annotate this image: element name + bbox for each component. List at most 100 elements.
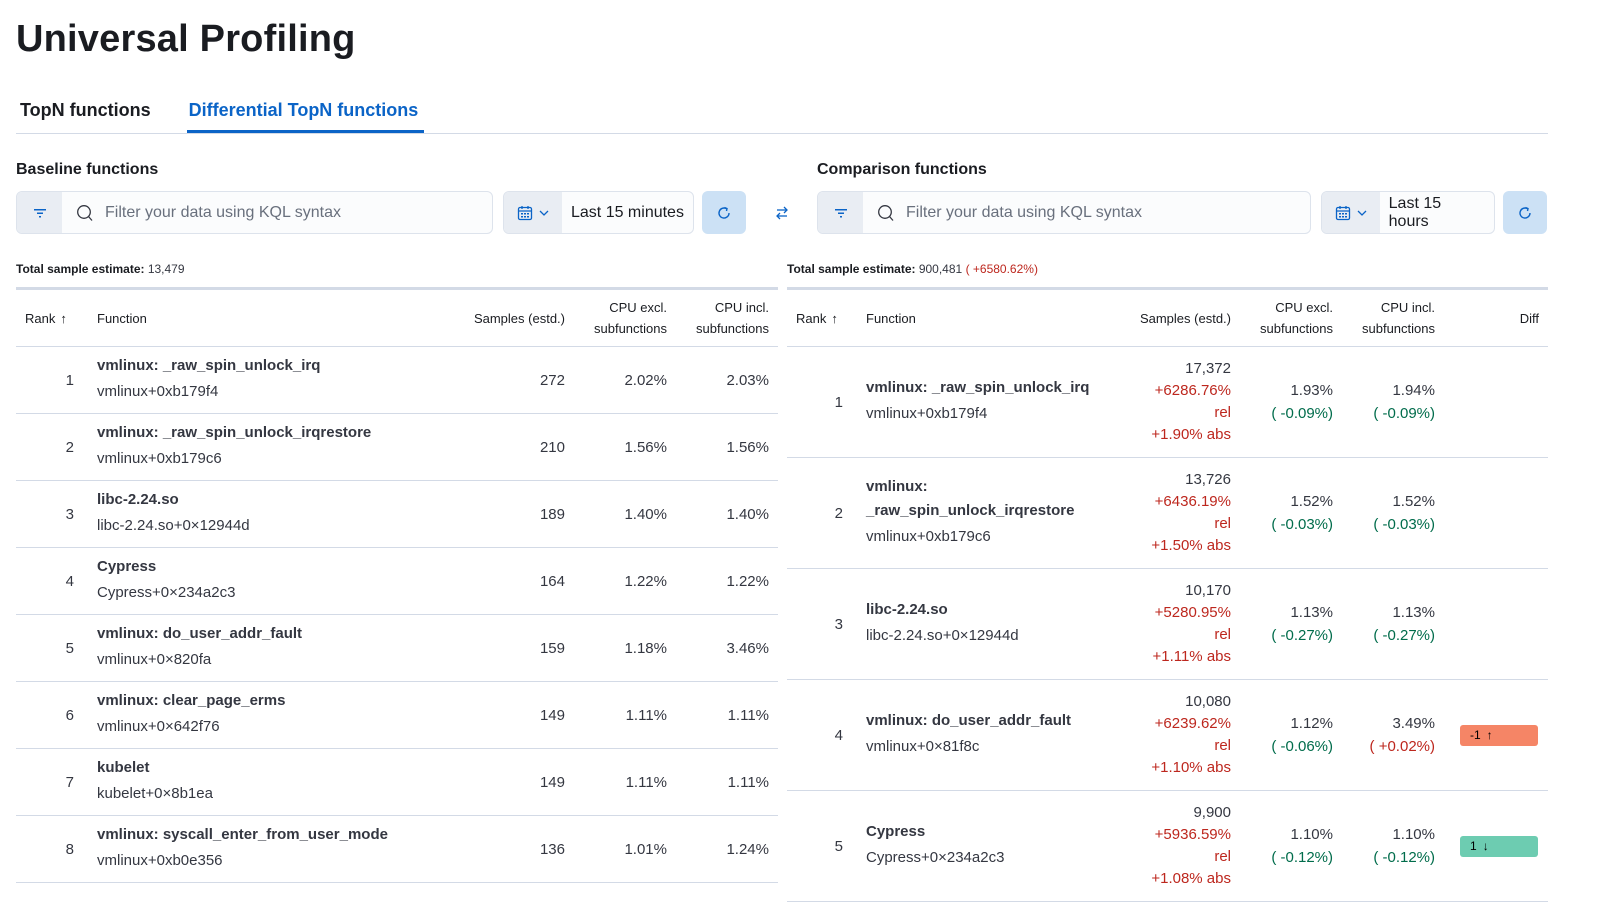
samples-abs-change: +1.50% abs	[1151, 537, 1231, 554]
baseline-filter-button[interactable]	[17, 192, 62, 233]
table-row[interactable]: 1 vmlinux: _raw_spin_unlock_irq vmlinux+0x…	[787, 346, 1548, 458]
function-name[interactable]: vmlinux: clear_page_erms	[97, 689, 417, 713]
diff-cell	[1444, 568, 1548, 680]
table-row[interactable]: 4 vmlinux: do_user_addr_fault vmlinux+0×81…	[787, 679, 1548, 791]
samples-cell: 136	[426, 815, 574, 883]
column-cpu-incl[interactable]: CPU incl. subfunctions	[1342, 288, 1444, 347]
samples-rel-change: +6239.62%	[1154, 715, 1231, 732]
diff-badge: -1 ↑	[1460, 724, 1538, 746]
function-cell: Cypress Cypress+0×234a2c3	[88, 547, 426, 615]
column-function[interactable]: Function	[88, 288, 426, 347]
column-cpu-incl-line1: CPU incl.	[1380, 300, 1435, 315]
baseline-quick-select-button[interactable]	[504, 192, 562, 233]
table-header-row: Rank ↑ Function Samples (estd.) CPU excl.…	[16, 288, 778, 347]
function-address: Cypress+0×234a2c3	[866, 849, 1005, 866]
function-name[interactable]: vmlinux: do_user_addr_fault	[866, 709, 1091, 733]
function-name[interactable]: vmlinux: do_user_addr_fault	[97, 622, 417, 646]
column-function[interactable]: Function	[857, 288, 1100, 347]
chevron-down-icon	[539, 210, 549, 216]
samples-cell: 10,170 +5280.95% rel +1.11% abs	[1100, 568, 1240, 680]
comparison-search-input[interactable]	[906, 203, 1310, 222]
function-name[interactable]: vmlinux: syscall_enter_from_user_mode	[97, 823, 417, 847]
baseline-total-sample-estimate: Total sample estimate: 13,479	[16, 262, 185, 276]
function-address: libc-2.24.so+0×12944d	[866, 627, 1019, 644]
diff-cell	[1444, 457, 1548, 569]
cpu-excl-cell: 1.12% ( -0.06%)	[1240, 679, 1342, 791]
function-name[interactable]: kubelet	[97, 756, 417, 780]
table-row[interactable]: 1 vmlinux: _raw_spin_unlock_irq vmlinux+0x…	[16, 346, 778, 414]
column-samples[interactable]: Samples (estd.)	[1100, 288, 1240, 347]
function-name[interactable]: Cypress	[866, 820, 1091, 844]
rank-cell: 8	[16, 815, 88, 883]
table-header-row: Rank ↑ Function Samples (estd.) CPU excl.…	[787, 288, 1548, 347]
tab-topn-functions[interactable]: TopN functions	[16, 96, 155, 133]
column-cpu-incl-line2: subfunctions	[696, 321, 769, 336]
arrow-up-icon: ↑	[60, 310, 67, 326]
table-row[interactable]: 5 vmlinux: do_user_addr_fault vmlinux+0×82…	[16, 614, 778, 682]
column-cpu-excl[interactable]: CPU excl. subfunctions	[574, 288, 676, 347]
function-name-continued[interactable]: _raw_spin_unlock_irqrestore	[866, 499, 1091, 523]
comparison-quick-select-button[interactable]	[1322, 192, 1380, 233]
function-name[interactable]: vmlinux: _raw_spin_unlock_irq	[866, 376, 1091, 400]
cpu-incl-cell: 1.56%	[676, 413, 778, 481]
rank-cell: 1	[787, 346, 857, 458]
column-rank[interactable]: Rank ↑	[787, 288, 857, 347]
function-address: libc-2.24.so+0×12944d	[97, 517, 250, 534]
function-address: vmlinux+0xb179c6	[97, 450, 222, 467]
table-row[interactable]: 7 kubelet kubelet+0×8b1ea 149 1.11% 1.11%	[16, 748, 778, 816]
column-cpu-excl[interactable]: CPU excl. subfunctions	[1240, 288, 1342, 347]
cpu-incl-value: 1.52%	[1392, 493, 1435, 510]
column-samples[interactable]: Samples (estd.)	[426, 288, 574, 347]
table-row[interactable]: 3 libc-2.24.so libc-2.24.so+0×12944d 189 1.4…	[16, 480, 778, 548]
samples-cell: 164	[426, 547, 574, 615]
samples-cell: 272	[426, 346, 574, 414]
function-name[interactable]: Cypress	[97, 555, 417, 579]
table-row[interactable]: 6 vmlinux: clear_page_erms vmlinux+0×642f7…	[16, 681, 778, 749]
samples-cell: 159	[426, 614, 574, 682]
cpu-excl-cell: 1.10% ( -0.12%)	[1240, 790, 1342, 902]
samples-cell: 9,900 +5936.59% rel +1.08% abs	[1100, 790, 1240, 902]
table-row[interactable]: 2 vmlinux: _raw_spin_unlock_irqrestorevml…	[16, 413, 778, 481]
cpu-incl-cell: 3.49% ( +0.02%)	[1342, 679, 1444, 791]
column-cpu-incl[interactable]: CPU incl. subfunctions	[676, 288, 778, 347]
rank-cell: 3	[787, 568, 857, 680]
baseline-date-range[interactable]: Last 15 minutes	[562, 192, 693, 233]
cpu-incl-cell: 3.46%	[676, 614, 778, 682]
table-row[interactable]: 4 Cypress Cypress+0×234a2c3 164 1.22% 1.22%	[16, 547, 778, 615]
filter-icon	[33, 208, 46, 217]
table-row[interactable]: 2 vmlinux: _raw_spin_unlock_irqrestore vmli…	[787, 457, 1548, 569]
comparison-refresh-button[interactable]	[1503, 191, 1547, 234]
rank-cell: 2	[16, 413, 88, 481]
samples-abs-change: +1.90% abs	[1151, 426, 1231, 443]
function-name[interactable]: vmlinux: _raw_spin_unlock_irq	[97, 354, 417, 378]
function-name[interactable]: vmlinux: _raw_spin_unlock_irqrestore	[97, 421, 417, 445]
arrow-down-icon: ↓	[1482, 839, 1489, 853]
table-row[interactable]: 5 Cypress Cypress+0×234a2c3 9,900 +5936.59% r…	[787, 790, 1548, 902]
tab-differential-topn-functions[interactable]: Differential TopN functions	[186, 96, 425, 133]
baseline-refresh-button[interactable]	[702, 191, 746, 234]
table-row[interactable]: 3 libc-2.24.so libc-2.24.so+0×12944d 10,170…	[787, 568, 1548, 680]
cpu-excl-cell: 1.93% ( -0.09%)	[1240, 346, 1342, 458]
function-name[interactable]: vmlinux:	[866, 475, 1091, 499]
rank-cell: 2	[787, 457, 857, 569]
comparison-total-change: ( +6580.62%)	[965, 262, 1038, 276]
function-name[interactable]: libc-2.24.so	[866, 598, 1091, 622]
column-rank[interactable]: Rank ↑	[16, 288, 88, 347]
diff-cell	[1444, 346, 1548, 458]
cpu-incl-diff: ( -0.03%)	[1373, 516, 1435, 533]
function-cell: vmlinux: clear_page_erms vmlinux+0×642f76	[88, 681, 426, 749]
function-name[interactable]: libc-2.24.so	[97, 488, 417, 512]
comparison-filter-button[interactable]	[818, 192, 863, 233]
function-address: vmlinux+0xb0e356	[97, 852, 223, 869]
column-cpu-incl-line2: subfunctions	[1362, 321, 1435, 336]
samples-value: 13,726	[1185, 471, 1231, 488]
comparison-date-range[interactable]: Last 15 hours	[1380, 192, 1494, 233]
function-address: vmlinux+0xb179f4	[97, 383, 219, 400]
cpu-incl-value: 1.13%	[1392, 604, 1435, 621]
table-row[interactable]: 8 vmlinux: syscall_enter_from_user_modevm…	[16, 815, 778, 883]
swap-icon[interactable]	[772, 203, 792, 223]
baseline-search-input[interactable]	[105, 203, 492, 222]
samples-abs-change: +1.10% abs	[1151, 759, 1231, 776]
cpu-excl-cell: 1.18%	[574, 614, 676, 682]
column-diff[interactable]: Diff	[1444, 288, 1548, 347]
